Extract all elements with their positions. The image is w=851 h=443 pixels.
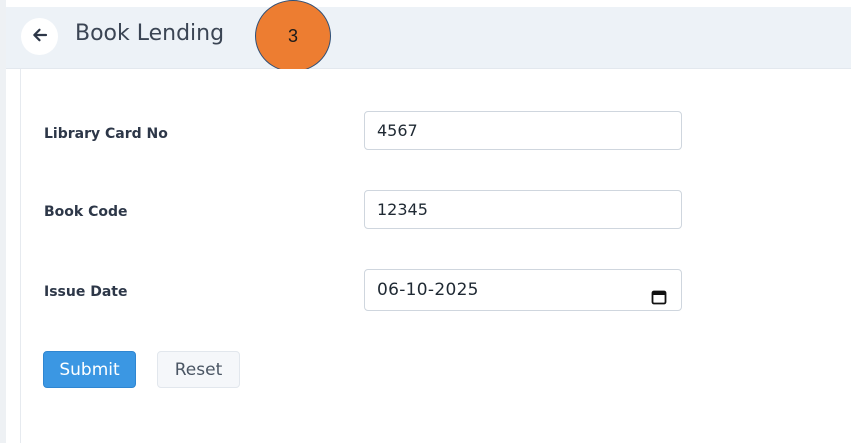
library-card-label: Library Card No — [44, 126, 168, 142]
reset-button[interactable]: Reset — [157, 351, 240, 388]
back-button[interactable] — [21, 18, 58, 55]
page-title: Book Lending — [75, 21, 225, 46]
submit-button[interactable]: Submit — [43, 351, 136, 388]
book-lending-page: Book Lending 3 Library Card No Book Code… — [0, 0, 851, 443]
step-number-badge: 3 — [255, 0, 331, 72]
issue-date-label: Issue Date — [44, 284, 128, 300]
calendar-icon[interactable] — [651, 281, 667, 305]
issue-date-value: 06-10-2025 — [377, 280, 479, 300]
book-code-input[interactable] — [364, 190, 682, 229]
lending-form-card: Library Card No Book Code Issue Date 06-… — [20, 69, 851, 443]
library-card-input[interactable] — [364, 111, 682, 150]
page-header: Book Lending — [6, 7, 851, 69]
book-code-label: Book Code — [44, 204, 128, 220]
issue-date-input[interactable]: 06-10-2025 — [364, 269, 682, 311]
arrow-left-icon — [31, 26, 49, 48]
